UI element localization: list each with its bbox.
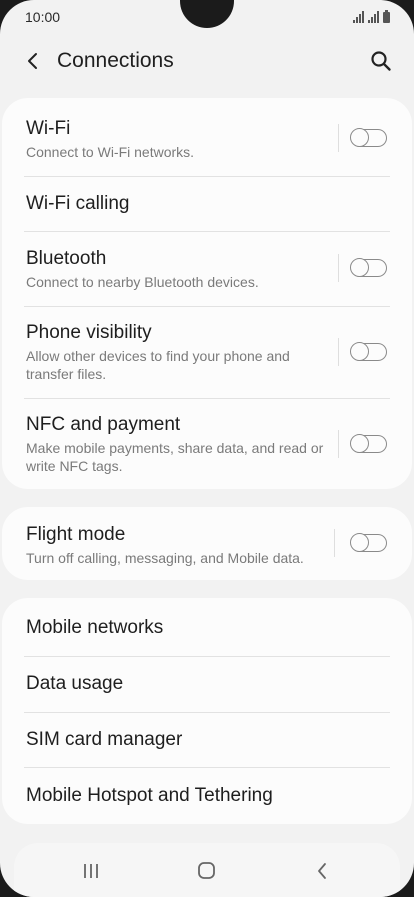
setting-label: Mobile networks xyxy=(26,617,164,638)
back-nav-icon[interactable] xyxy=(311,861,335,881)
search-icon[interactable] xyxy=(370,50,392,72)
page-title: Connections xyxy=(57,49,174,72)
setting-wifi-calling[interactable]: Wi-Fi calling xyxy=(2,176,412,231)
battery-icon xyxy=(383,10,390,23)
setting-subtitle: Allow other devices to find your phone a… xyxy=(26,348,290,382)
recent-apps-icon[interactable] xyxy=(79,861,103,881)
setting-label: SIM card manager xyxy=(26,729,183,750)
app-header: Connections xyxy=(0,40,414,84)
setting-label: Mobile Hotspot and Tethering xyxy=(26,785,273,806)
setting-phone-visibility[interactable]: Phone visibility Allow other devices to … xyxy=(2,306,412,398)
camera-notch xyxy=(180,0,234,28)
setting-bluetooth[interactable]: Bluetooth Connect to nearby Bluetooth de… xyxy=(2,231,412,306)
signal-icon-2 xyxy=(368,11,379,23)
setting-label: Wi-Fi calling xyxy=(26,193,130,214)
back-icon[interactable] xyxy=(24,51,44,71)
flight-mode-toggle[interactable] xyxy=(350,533,387,552)
setting-data-usage[interactable]: Data usage xyxy=(2,656,412,712)
divider xyxy=(338,338,339,366)
home-icon[interactable] xyxy=(195,861,219,881)
setting-subtitle: Make mobile payments, share data, and re… xyxy=(26,440,324,474)
status-icons xyxy=(353,10,390,23)
setting-label: NFC and payment xyxy=(26,414,181,435)
flight-mode-card: Flight mode Turn off calling, messaging,… xyxy=(2,507,412,580)
bluetooth-toggle[interactable] xyxy=(350,258,387,277)
navigation-bar xyxy=(14,843,400,897)
setting-label: Data usage xyxy=(26,673,124,694)
divider xyxy=(338,124,339,152)
setting-nfc-payment[interactable]: NFC and payment Make mobile payments, sh… xyxy=(2,398,412,489)
setting-subtitle: Connect to Wi-Fi networks. xyxy=(26,144,195,160)
setting-wifi[interactable]: Wi-Fi Connect to Wi-Fi networks. xyxy=(2,98,412,176)
phone-visibility-toggle[interactable] xyxy=(350,342,387,361)
connections-card-main: Wi-Fi Connect to Wi-Fi networks. Wi-Fi c… xyxy=(2,98,412,489)
setting-sim-card-manager[interactable]: SIM card manager xyxy=(2,712,412,767)
wifi-toggle[interactable] xyxy=(350,128,387,147)
divider xyxy=(334,529,335,557)
signal-icon xyxy=(353,11,364,23)
divider xyxy=(338,430,339,458)
setting-flight-mode[interactable]: Flight mode Turn off calling, messaging,… xyxy=(2,507,412,580)
setting-mobile-networks[interactable]: Mobile networks xyxy=(2,598,412,656)
phone-screen: 10:00 Connections Wi-Fi Connect to Wi-Fi… xyxy=(0,0,414,897)
setting-hotspot-tethering[interactable]: Mobile Hotspot and Tethering xyxy=(2,767,412,824)
divider xyxy=(338,254,339,282)
status-time: 10:00 xyxy=(25,9,61,25)
nfc-toggle[interactable] xyxy=(350,434,387,453)
setting-subtitle: Connect to nearby Bluetooth devices. xyxy=(26,274,259,290)
network-card: Mobile networks Data usage SIM card mana… xyxy=(2,598,412,824)
setting-subtitle: Turn off calling, messaging, and Mobile … xyxy=(26,550,304,566)
setting-label: Phone visibility xyxy=(26,322,152,343)
status-bar: 10:00 xyxy=(0,0,414,34)
